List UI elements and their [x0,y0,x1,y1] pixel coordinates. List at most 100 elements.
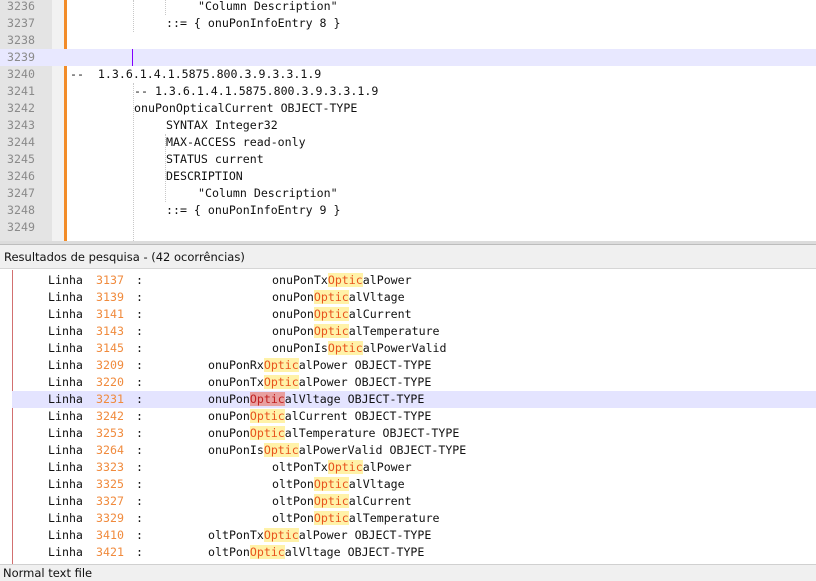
search-match-highlight: Optic [313,290,349,304]
search-results-list[interactable]: Linha 3137: onuPonTxOpticalPower Linha 3139:… [12,272,816,565]
editor-line[interactable]: 3247 "Column Description" [0,185,816,202]
search-match-highlight: Optic [263,358,299,372]
search-result-row[interactable]: Linha 3143: onuPonOpticalTemperature [12,323,816,340]
result-separator: : [136,375,143,389]
result-text-before: onuPonTx [272,273,328,287]
search-result-row[interactable]: Linha 3209: onuPonRxOpticalPower OBJECT-TY… [12,357,816,374]
result-text: onuPonOpticalCurrent [272,306,412,323]
editor-line[interactable]: 3239 [0,49,816,66]
editor-line[interactable]: 3243 SYNTAX Integer32 [0,117,816,134]
result-text-after: alTemperature [348,324,440,338]
editor-line[interactable]: 3242 onuPonOpticalCurrent OBJECT-TYPE [0,100,816,117]
search-match-highlight: Optic [313,494,349,508]
line-number: 3243 [7,118,35,132]
editor-line[interactable]: 3236 "Column Description" [0,0,816,15]
result-text-before: onuPon [208,409,250,423]
editor-line[interactable]: 3249 [0,219,816,236]
status-bar: Normal text file [0,564,816,581]
editor-line[interactable]: 3244 MAX-ACCESS read-only [0,134,816,151]
line-text[interactable]: -- 1.3.6.1.4.1.5875.800.3.9.3.3.1.9 [134,83,378,100]
search-match-highlight: Optic [327,273,363,287]
search-result-row[interactable]: Linha 3139: onuPonOpticalVltage [12,289,816,306]
result-text-after: alPower OBJECT-TYPE [298,375,432,389]
search-result-row[interactable]: Linha 3329: oltPonOpticalTemperature [12,510,816,527]
editor-line[interactable]: 3238 [0,32,816,49]
editor-line[interactable]: 3246 DESCRIPTION [0,168,816,185]
search-result-row[interactable]: Linha 3327: oltPonOpticalCurrent [12,493,816,510]
result-text-after: alTemperature [348,511,440,525]
search-result-row[interactable]: Linha 3141: onuPonOpticalCurrent [12,306,816,323]
line-text[interactable]: MAX-ACCESS read-only [166,134,306,151]
editor-line[interactable]: 3241 -- 1.3.6.1.4.1.5875.800.3.9.3.3.1.9 [0,83,816,100]
result-text-after: alVltage OBJECT-TYPE [284,545,425,559]
result-line-number: 3421 [96,545,124,559]
line-text[interactable]: ::= { onuPonInfoEntry 9 } [166,202,341,219]
search-result-row[interactable]: Linha 3231: onuPonOpticalVltage OBJECT-TYP… [12,391,816,408]
search-result-row[interactable]: Linha 3253: onuPonOpticalTemperature OBJEC… [12,425,816,442]
search-results-panel[interactable]: Resultados de pesquisa - (42 ocorrências… [0,244,816,565]
result-text: oltPonOpticalVltage OBJECT-TYPE [208,544,424,561]
result-line-number: 3141 [96,307,124,321]
result-separator: : [136,528,143,542]
editor-line[interactable]: 3245 STATUS current [0,151,816,168]
result-text: onuPonOpticalCurrent OBJECT-TYPE [208,408,431,425]
result-text-before: oltPon [272,477,314,491]
result-text-before: oltPon [272,511,314,525]
result-line-prefix: Linha [48,341,83,355]
result-text: onuPonOpticalVltage OBJECT-TYPE [208,391,424,408]
search-result-row[interactable]: Linha 3137: onuPonTxOpticalPower [12,272,816,289]
line-text[interactable]: DESCRIPTION [166,168,243,185]
result-line-prefix: Linha [48,375,83,389]
line-number: 3246 [7,169,35,183]
result-separator: : [136,290,143,304]
result-text: onuPonTxOpticalPower OBJECT-TYPE [208,374,431,391]
result-text-after: alPowerValid [362,341,447,355]
search-match-highlight: Optic [263,443,299,457]
editor-pane[interactable]: 3236 "Column Description" 3237::= { onuPon… [0,0,816,241]
line-number: 3242 [7,101,35,115]
line-text[interactable]: "Column Description" [198,0,338,15]
search-result-row[interactable]: Linha 3220: onuPonTxOpticalPower OBJECT-TY… [12,374,816,391]
search-result-row[interactable]: Linha 3242: onuPonOpticalCurrent OBJECT-TY… [12,408,816,425]
result-separator: : [136,409,143,423]
line-text[interactable]: STATUS current [166,151,264,168]
result-text: onuPonRxOpticalPower OBJECT-TYPE [208,357,431,374]
result-separator: : [136,477,143,491]
result-line-number: 3253 [96,426,124,440]
result-separator: : [136,443,143,457]
search-result-row[interactable]: Linha 3421: oltPonOpticalVltage OBJECT-TYP… [12,544,816,561]
line-number: 3237 [7,16,35,30]
result-text: oltPonTxOpticalPower [272,459,412,476]
line-number: 3236 [7,0,35,13]
result-line-prefix: Linha [48,273,83,287]
search-result-row[interactable]: Linha 3410: oltPonTxOpticalPower OBJECT-TY… [12,527,816,544]
search-match-highlight: Optic [313,307,349,321]
result-separator: : [136,494,143,508]
result-line-prefix: Linha [48,545,83,559]
search-result-row[interactable]: Linha 3323: oltPonTxOpticalPower [12,459,816,476]
result-text-after: alPower [362,460,412,474]
result-text-after: alCurrent [348,307,412,321]
line-text[interactable]: ::= { onuPonInfoEntry 8 } [166,15,341,32]
search-result-row[interactable]: Linha 3145: onuPonIsOpticalPowerValid [12,340,816,357]
line-text[interactable]: -- 1.3.6.1.4.1.5875.800.3.9.3.3.1.9 [70,66,321,83]
line-text[interactable]: "Column Description" [198,185,338,202]
result-text: onuPonIsOpticalPowerValid OBJECT-TYPE [208,442,466,459]
search-result-row[interactable]: Linha 3325: oltPonOpticalVltage [12,476,816,493]
search-result-row[interactable]: Linha 3264: onuPonIsOpticalPowerValid OBJE… [12,442,816,459]
editor-line[interactable]: 3237::= { onuPonInfoEntry 8 } [0,15,816,32]
search-results-header[interactable]: Resultados de pesquisa - (42 ocorrências… [0,245,816,269]
line-text[interactable]: SYNTAX Integer32 [166,117,278,134]
result-line-number: 3137 [96,273,124,287]
result-line-prefix: Linha [48,460,83,474]
editor-line[interactable]: 3240 -- 1.3.6.1.4.1.5875.800.3.9.3.3.1.9 [0,66,816,83]
line-number: 3245 [7,152,35,166]
result-line-number: 3139 [96,290,124,304]
line-text[interactable]: onuPonOpticalCurrent OBJECT-TYPE [134,100,357,117]
result-line-number: 3242 [96,409,124,423]
result-text-before: onuPonRx [208,358,264,372]
editor-line[interactable]: 3248::= { onuPonInfoEntry 9 } [0,202,816,219]
result-text-before: onuPon [208,426,250,440]
result-line-number: 3209 [96,358,124,372]
result-text: onuPonOpticalVltage [272,289,405,306]
